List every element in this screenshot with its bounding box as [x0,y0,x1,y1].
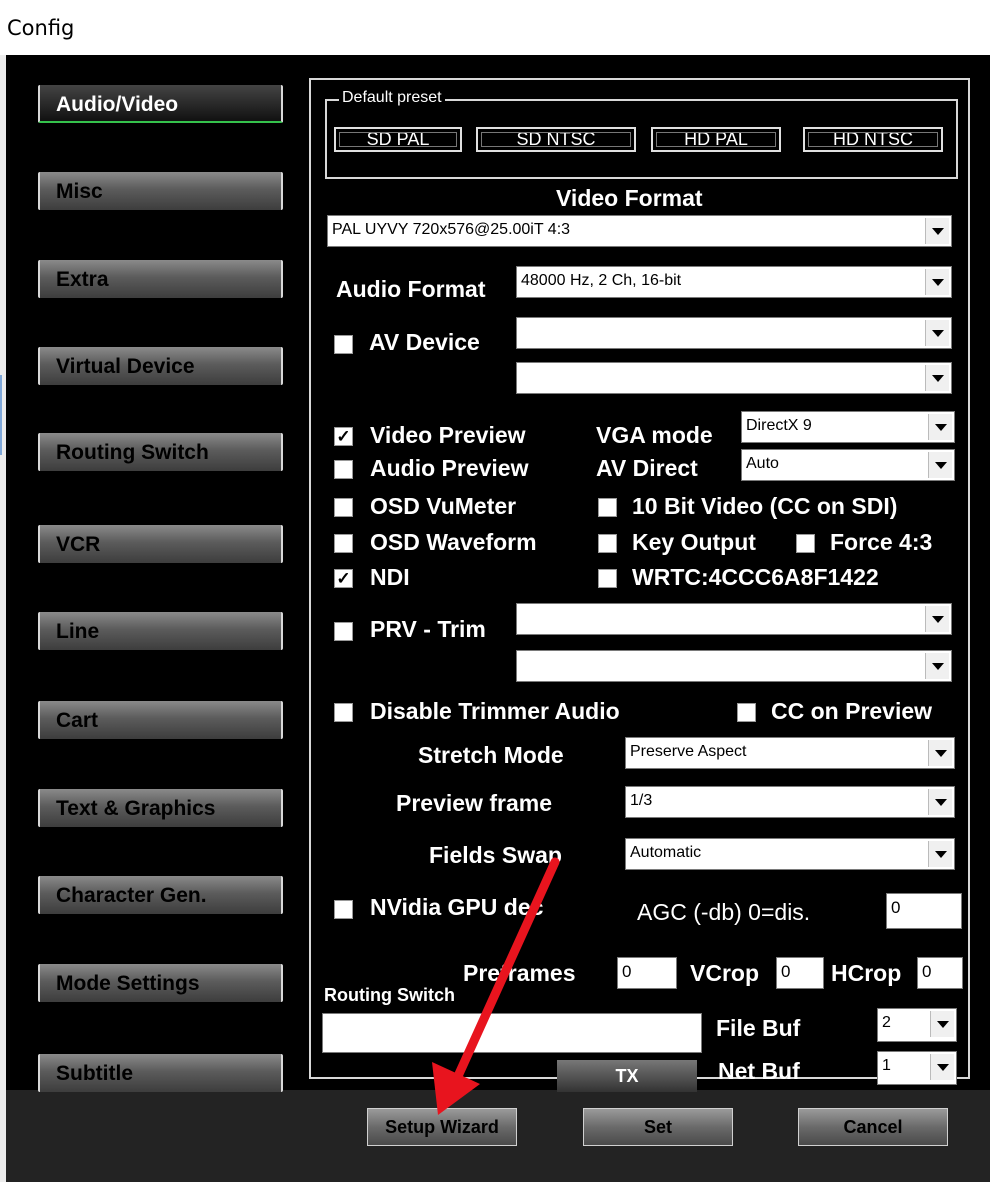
vcrop-label: VCrop [690,960,759,986]
video-preview-checkbox[interactable]: ✓ [334,427,353,446]
agc-input[interactable]: 0 [886,893,962,929]
nav-misc[interactable]: Misc [38,172,283,210]
ten-bit-video-label: 10 Bit Video (CC on SDI) [632,493,898,519]
av-device-checkbox[interactable] [334,335,353,354]
key-output-label: Key Output [632,529,756,555]
vga-mode-dropdown[interactable]: DirectX 9 [741,411,955,443]
prv-trim-dropdown-2[interactable] [516,650,952,682]
preset-sd-pal-button[interactable]: SD PAL [334,127,462,152]
chevron-down-icon[interactable] [930,1054,954,1080]
tx-button[interactable]: TX [557,1060,697,1092]
ndi-label: NDI [370,564,410,590]
chevron-down-icon[interactable] [925,269,949,295]
av-device-label: AV Device [369,329,480,355]
audio-preview-label: Audio Preview [370,455,529,481]
net-buf-dropdown[interactable]: 1 [877,1051,957,1085]
disable-trimmer-audio-checkbox[interactable] [334,703,353,722]
stretch-mode-dropdown[interactable]: Preserve Aspect [625,737,955,769]
fields-swap-dropdown[interactable]: Automatic [625,838,955,870]
vga-mode-label: VGA mode [596,422,713,448]
av-direct-label: AV Direct [596,455,698,481]
nvidia-gpu-dec-label: NVidia GPU dec [370,894,544,920]
chevron-down-icon[interactable] [928,740,952,766]
ndi-checkbox[interactable]: ✓ [334,569,353,588]
nav-virtual-device[interactable]: Virtual Device [38,347,283,385]
setup-wizard-button[interactable]: Setup Wizard [367,1108,517,1146]
file-buf-dropdown[interactable]: 2 [877,1008,957,1042]
osd-waveform-checkbox[interactable] [334,534,353,553]
nav-extra[interactable]: Extra [38,260,283,298]
osd-vumeter-checkbox[interactable] [334,498,353,517]
nav-character-gen[interactable]: Character Gen. [38,876,283,914]
force-4-3-checkbox[interactable] [796,534,815,553]
nav-subtitle[interactable]: Subtitle [38,1054,283,1092]
preset-hd-ntsc-button[interactable]: HD NTSC [803,127,943,152]
chevron-down-icon[interactable] [925,606,949,632]
preframes-label: Preframes [463,960,576,986]
nav-text-graphics[interactable]: Text & Graphics [38,789,283,827]
video-preview-label: Video Preview [370,422,526,448]
av-device-dropdown-1[interactable] [516,317,952,349]
file-buf-label: File Buf [716,1015,801,1041]
preview-frame-dropdown[interactable]: 1/3 [625,786,955,818]
prv-trim-dropdown-1[interactable] [516,603,952,635]
cc-on-preview-label: CC on Preview [771,698,933,724]
agc-label: AGC (-db) 0=dis. [637,899,811,925]
routing-switch-label: Routing Switch [324,985,455,1005]
hcrop-input[interactable]: 0 [917,957,963,989]
prv-trim-checkbox[interactable] [334,622,353,641]
disable-trimmer-audio-label: Disable Trimmer Audio [370,698,620,724]
audio-format-dropdown[interactable]: 48000 Hz, 2 Ch, 16-bit [516,266,952,298]
chevron-down-icon[interactable] [925,365,949,391]
osd-vumeter-label: OSD VuMeter [370,493,517,519]
ten-bit-video-checkbox[interactable] [598,498,617,517]
chevron-down-icon[interactable] [928,414,952,440]
cc-on-preview-checkbox[interactable] [737,703,756,722]
osd-waveform-label: OSD Waveform [370,529,537,555]
set-button[interactable]: Set [583,1108,733,1146]
video-format-dropdown[interactable]: PAL UYVY 720x576@25.00iT 4:3 [327,215,952,247]
cancel-button[interactable]: Cancel [798,1108,948,1146]
wrtc-checkbox[interactable] [598,569,617,588]
default-preset-label: Default preset [339,89,445,107]
title-bar: Config [0,0,990,55]
preset-hd-pal-button[interactable]: HD PAL [651,127,781,152]
preframes-input[interactable]: 0 [617,957,677,989]
nav-vcr[interactable]: VCR [38,525,283,563]
nav-line[interactable]: Line [38,612,283,650]
stretch-mode-label: Stretch Mode [418,742,564,768]
chevron-down-icon[interactable] [928,789,952,815]
routing-switch-input[interactable] [322,1013,702,1053]
preview-frame-label: Preview frame [396,790,552,816]
window-title: Config [7,16,75,40]
chevron-down-icon[interactable] [925,320,949,346]
vcrop-input[interactable]: 0 [776,957,824,989]
hcrop-label: HCrop [831,960,902,986]
nav-mode-settings[interactable]: Mode Settings [38,964,283,1002]
av-device-dropdown-2[interactable] [516,362,952,394]
audio-preview-checkbox[interactable] [334,460,353,479]
nav-cart[interactable]: Cart [38,701,283,739]
video-format-label: Video Format [556,185,703,211]
nvidia-gpu-dec-checkbox[interactable] [334,900,353,919]
net-buf-label: Net Buf [718,1058,800,1084]
fields-swap-label: Fields Swap [429,842,562,868]
av-direct-dropdown[interactable]: Auto [741,449,955,481]
chevron-down-icon[interactable] [925,218,949,244]
prv-trim-label: PRV - Trim [370,616,486,642]
nav-routing-switch[interactable]: Routing Switch [38,433,283,471]
audio-format-label: Audio Format [336,276,486,302]
chevron-down-icon[interactable] [928,452,952,478]
chevron-down-icon[interactable] [925,653,949,679]
wrtc-label: WRTC:4CCC6A8F1422 [632,564,879,590]
nav-audio-video[interactable]: Audio/Video [38,85,283,123]
force-4-3-label: Force 4:3 [830,529,933,555]
key-output-checkbox[interactable] [598,534,617,553]
chevron-down-icon[interactable] [928,841,952,867]
chevron-down-icon[interactable] [930,1011,954,1037]
preset-sd-ntsc-button[interactable]: SD NTSC [476,127,636,152]
